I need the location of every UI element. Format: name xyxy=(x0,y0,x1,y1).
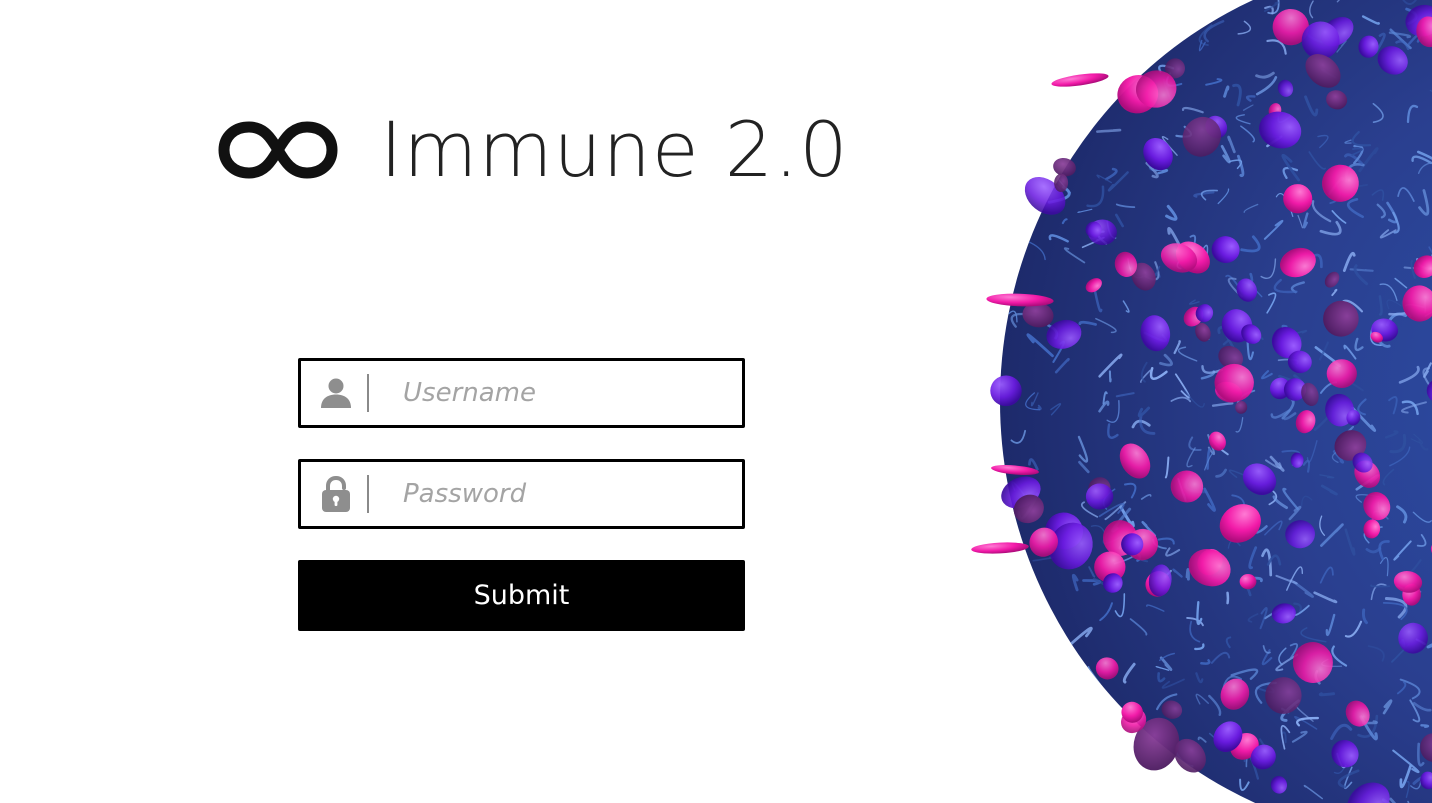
password-field[interactable] xyxy=(298,459,745,529)
virus-illustration xyxy=(971,0,1432,803)
brand-logo: Immune 2.0 xyxy=(216,108,849,192)
username-input[interactable] xyxy=(403,361,728,425)
username-field[interactable] xyxy=(298,358,745,428)
virus-strand xyxy=(1096,128,1122,133)
field-divider xyxy=(367,475,369,513)
app-title: Immune 2.0 xyxy=(380,105,849,194)
virus-strand xyxy=(1420,724,1430,728)
virus-spike xyxy=(1051,73,1109,87)
virus-strand xyxy=(1108,370,1112,383)
virus-protein-blob xyxy=(1214,363,1254,402)
virus-protein-blob xyxy=(1239,574,1257,590)
lock-icon xyxy=(320,475,352,513)
field-divider xyxy=(367,374,369,412)
submit-button[interactable]: Submit xyxy=(298,560,745,631)
password-input[interactable] xyxy=(403,462,728,526)
infinity-icon xyxy=(218,121,338,179)
virus-protein-blob xyxy=(1326,359,1357,388)
user-icon xyxy=(320,374,352,412)
virus-strand xyxy=(1185,568,1190,581)
virus-spike xyxy=(971,542,1029,554)
virus-strand xyxy=(1318,692,1336,697)
